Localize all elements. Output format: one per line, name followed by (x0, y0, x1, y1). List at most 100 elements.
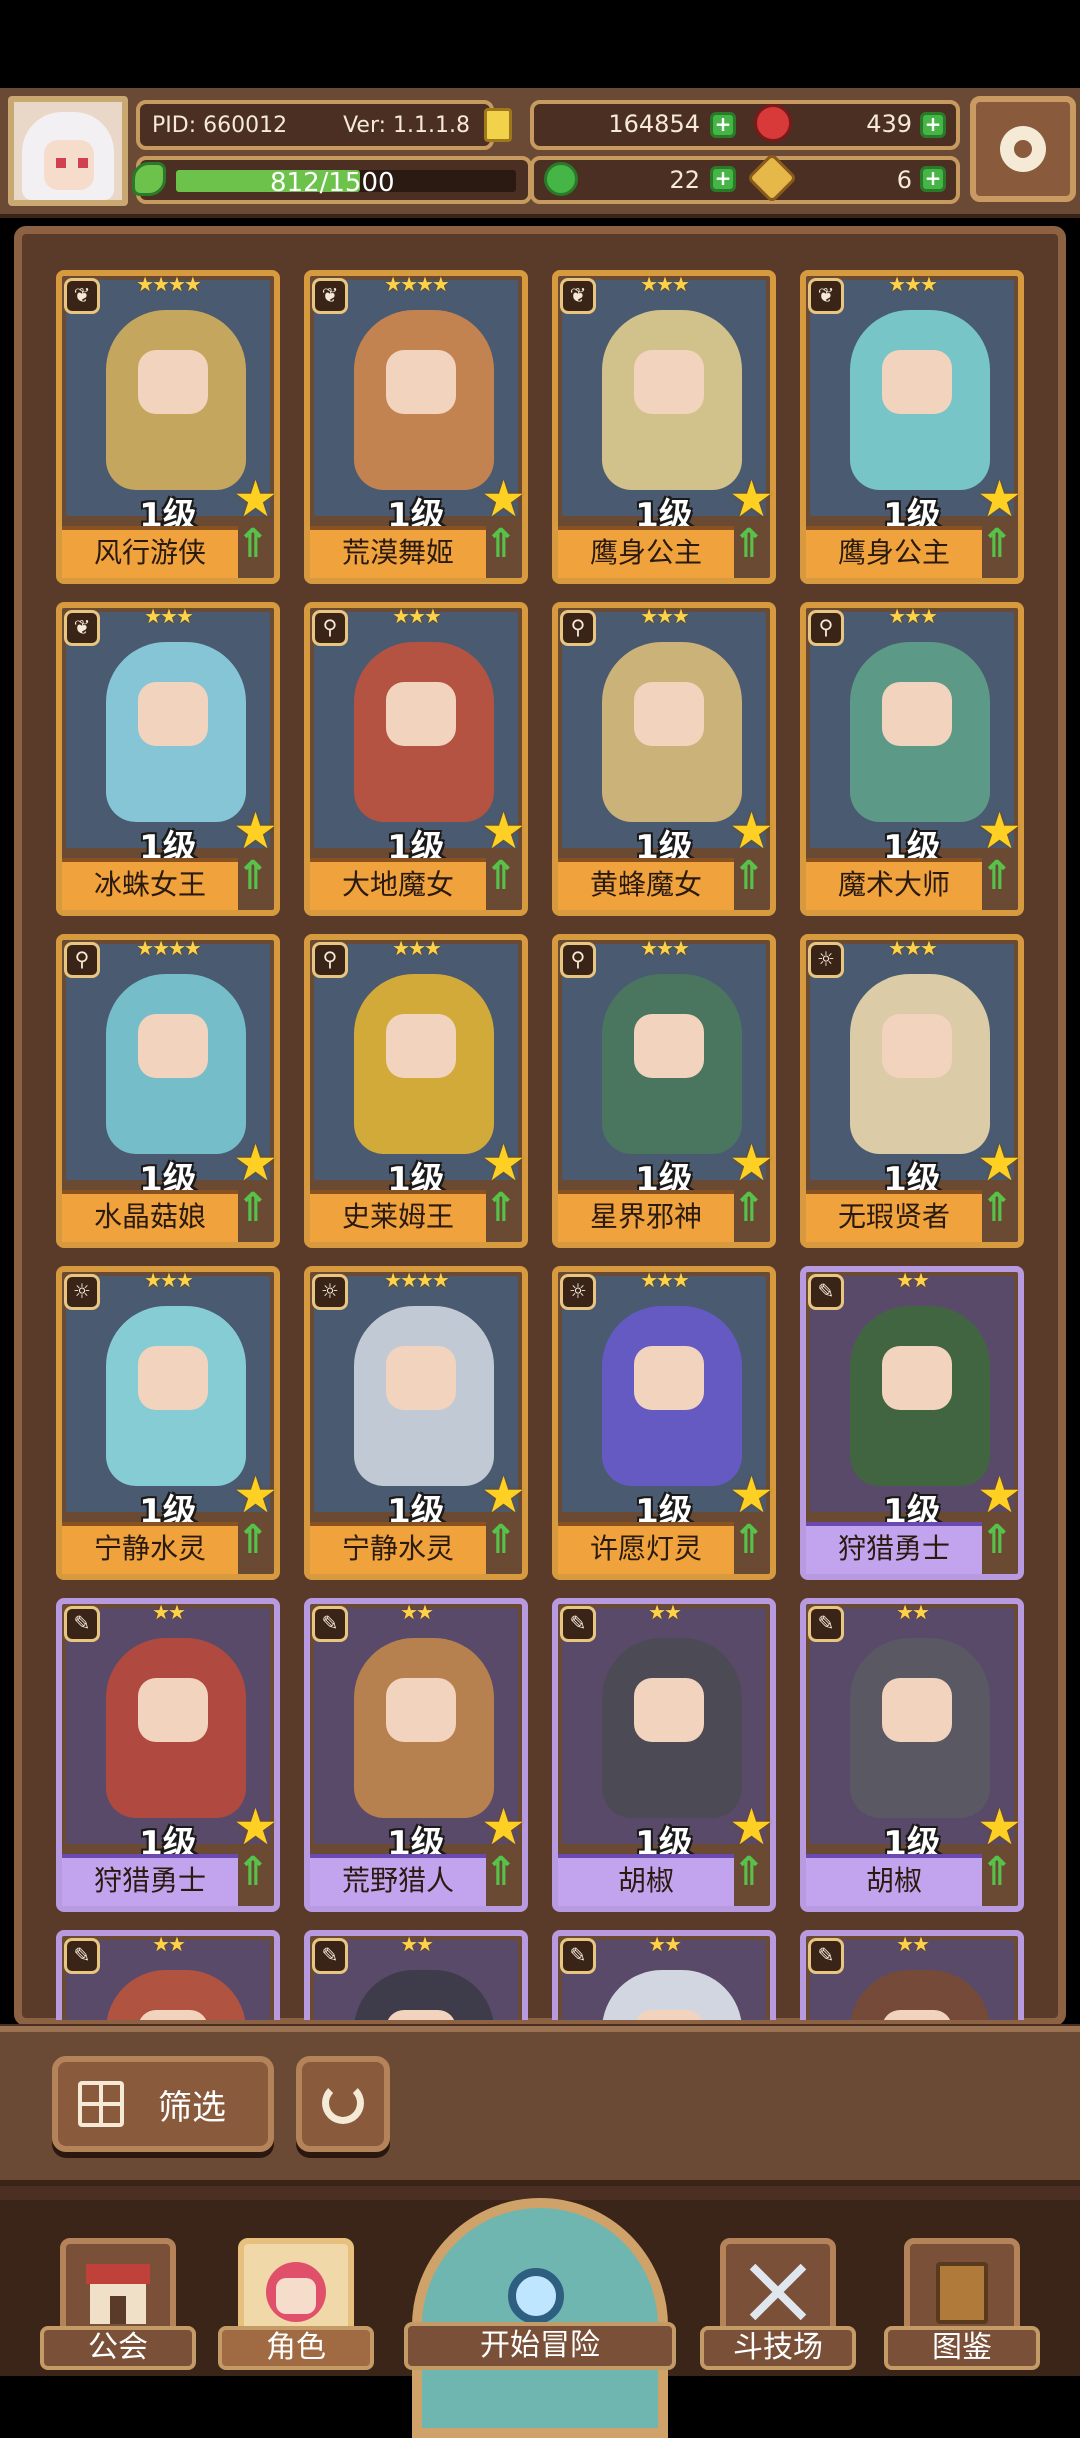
character-card[interactable]: ✎ ★★ 1级 ★ ⇑ 狩猎勇士 (56, 1598, 280, 1912)
card-name: 狩猎勇士 (806, 1522, 982, 1574)
star-upgrade-icon: ★ (481, 1466, 526, 1524)
nav-character-label: 角色 (218, 2326, 374, 2370)
star-upgrade-icon: ★ (729, 1798, 774, 1856)
character-card[interactable]: ☼ ★★★★ 1级 ★ ⇑ 宁静水灵 (304, 1266, 528, 1580)
nav-codex[interactable]: 图鉴 (884, 2224, 1040, 2376)
character-card[interactable]: ✎ ★★ (552, 1930, 776, 2020)
card-name: 黄蜂魔女 (558, 858, 734, 910)
star-rating: ★★★ (640, 604, 690, 628)
character-card[interactable]: ❦ ★★★ 1级 ★ ⇑ 冰蛛女王 (56, 602, 280, 916)
portrait-face (882, 1014, 952, 1078)
card-name: 水晶菇娘 (62, 1190, 238, 1242)
avatar-eye (78, 158, 88, 168)
exp-bar: 812/1500 (136, 156, 532, 204)
gem-amount: 439 (866, 110, 912, 138)
star-rating: ★★★★ (136, 272, 202, 296)
star-upgrade-icon: ★ (729, 1466, 774, 1524)
character-card[interactable]: ⚲ ★★★ 1级 ★ ⇑ 史莱姆王 (304, 934, 528, 1248)
portrait-face (138, 682, 208, 746)
exp-text: 812/1500 (270, 168, 395, 198)
character-face-icon (258, 2256, 334, 2328)
character-card[interactable]: ✎ ★★ 1级 ★ ⇑ 荒野猎人 (304, 1598, 528, 1912)
card-name: 胡椒 (806, 1854, 982, 1906)
clover-icon (544, 162, 578, 196)
status-bar (0, 0, 1080, 88)
character-card[interactable]: ✎ ★★ (56, 1930, 280, 2020)
star-upgrade-icon: ★ (233, 802, 278, 860)
card-name: 胡椒 (558, 1854, 734, 1906)
star-rating: ★★ (648, 1600, 682, 1624)
add-key-button[interactable]: + (920, 166, 946, 192)
star-upgrade-icon: ★ (481, 1798, 526, 1856)
character-card[interactable]: ⚲ ★★★ 1级 ★ ⇑ 魔术大师 (800, 602, 1024, 916)
star-upgrade-icon: ★ (233, 1466, 278, 1524)
card-name: 宁静水灵 (310, 1522, 486, 1574)
game-version: Ver: 1.1.1.8 (343, 112, 471, 138)
portrait-face (138, 2010, 208, 2020)
filter-button[interactable]: 筛选 (52, 2056, 274, 2152)
gem-icon (754, 104, 792, 142)
star-upgrade-icon: ★ (977, 1466, 1022, 1524)
character-card[interactable]: ☼ ★★★ 1级 ★ ⇑ 宁静水灵 (56, 1266, 280, 1580)
reset-sort-button[interactable] (296, 2056, 390, 2152)
portrait-face (634, 1678, 704, 1742)
star-upgrade-icon: ★ (729, 1134, 774, 1192)
nav-guild[interactable]: 公会 (40, 2224, 196, 2376)
card-name: 荒漠舞姬 (310, 526, 486, 578)
player-info-pill: PID: 660012 Ver: 1.1.1.8 (136, 100, 494, 150)
character-card[interactable]: ❦ ★★★★ 1级 ★ ⇑ 荒漠舞姬 (304, 270, 528, 584)
star-rating: ★★★★ (136, 936, 202, 960)
portrait-face (386, 350, 456, 414)
start-adventure-button[interactable]: 开始冒险 (404, 2198, 676, 2438)
portrait-face (634, 1014, 704, 1078)
guild-building-icon (80, 2256, 156, 2328)
star-rating: ★★ (896, 1932, 930, 1956)
star-rating: ★★ (648, 1932, 682, 1956)
add-clover-button[interactable]: + (710, 166, 736, 192)
player-avatar[interactable] (8, 96, 128, 206)
add-gem-button[interactable]: + (920, 112, 946, 138)
character-card[interactable]: ✎ ★★ (304, 1930, 528, 2020)
character-card[interactable]: ❦ ★★★★ 1级 ★ ⇑ 风行游侠 (56, 270, 280, 584)
card-name: 风行游侠 (62, 526, 238, 578)
grid-icon (78, 2081, 124, 2127)
character-card[interactable]: ⚲ ★★★★ 1级 ★ ⇑ 水晶菇娘 (56, 934, 280, 1248)
gold-amount: 164854 (608, 110, 700, 138)
star-upgrade-icon: ★ (977, 1798, 1022, 1856)
character-card[interactable]: ⚲ ★★★ 1级 ★ ⇑ 星界邪神 (552, 934, 776, 1248)
nav-character[interactable]: 角色 (218, 2224, 374, 2376)
add-gold-button[interactable]: + (710, 112, 736, 138)
filter-label: 筛选 (158, 2087, 226, 2128)
nav-guild-label: 公会 (40, 2326, 196, 2370)
card-name: 史莱姆王 (310, 1190, 486, 1242)
character-card[interactable]: ❦ ★★★ 1级 ★ ⇑ 鹰身公主 (800, 270, 1024, 584)
settings-button[interactable] (970, 96, 1076, 202)
star-upgrade-icon: ★ (729, 470, 774, 528)
star-upgrade-icon: ★ (977, 470, 1022, 528)
portrait-face (634, 1346, 704, 1410)
star-rating: ★★★ (640, 1268, 690, 1292)
character-card[interactable]: ☼ ★★★ 1级 ★ ⇑ 无瑕贤者 (800, 934, 1024, 1248)
portrait-face (138, 1346, 208, 1410)
character-card[interactable]: ✎ ★★ 1级 ★ ⇑ 胡椒 (552, 1598, 776, 1912)
character-card[interactable]: ⚲ ★★★ 1级 ★ ⇑ 大地魔女 (304, 602, 528, 916)
avatar-eye (56, 158, 66, 168)
card-name: 星界邪神 (558, 1190, 734, 1242)
gold-coin-icon (484, 108, 512, 142)
card-name: 大地魔女 (310, 858, 486, 910)
character-card[interactable]: ❦ ★★★ 1级 ★ ⇑ 鹰身公主 (552, 270, 776, 584)
nav-arena[interactable]: 斗技场 (700, 2224, 856, 2376)
character-card[interactable]: ☼ ★★★ 1级 ★ ⇑ 许愿灯灵 (552, 1266, 776, 1580)
portrait-face (882, 682, 952, 746)
character-card[interactable]: ⚲ ★★★ 1级 ★ ⇑ 黄蜂魔女 (552, 602, 776, 916)
character-card[interactable]: ✎ ★★ 1级 ★ ⇑ 胡椒 (800, 1598, 1024, 1912)
player-id: PID: 660012 (152, 112, 288, 138)
book-icon (924, 2256, 1000, 2328)
portrait-face (882, 1346, 952, 1410)
character-grid[interactable]: ❦ ★★★★ 1级 ★ ⇑ 风行游侠 ❦ ★★★★ 1级 ★ ⇑ 荒漠舞姬 ❦ ★★★ 1级 ★ ⇑ 鹰身公主 ❦ ★… (40, 260, 1040, 2020)
character-card[interactable]: ✎ ★★ (800, 1930, 1024, 2020)
character-card[interactable]: ✎ ★★ 1级 ★ ⇑ 狩猎勇士 (800, 1266, 1024, 1580)
star-upgrade-icon: ★ (481, 470, 526, 528)
portrait-face (386, 1678, 456, 1742)
card-name: 荒野猎人 (310, 1854, 486, 1906)
